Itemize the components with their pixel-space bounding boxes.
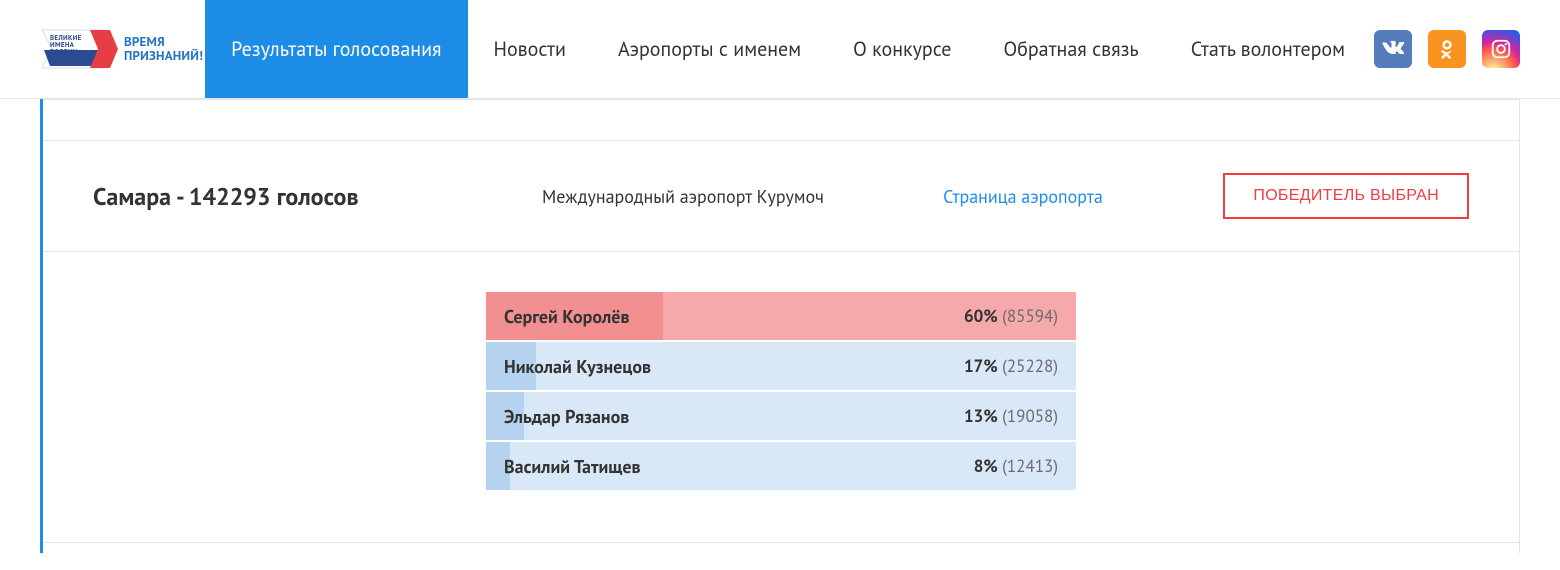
main-nav: Результаты голосования Новости Аэропорты… [205, 0, 1371, 98]
candidate-name: Василий Татищев [504, 455, 641, 478]
candidate-stat: 13% (19058) [964, 405, 1058, 427]
nav-airports-named[interactable]: Аэропорты с именем [592, 0, 827, 98]
result-row: Сергей Королёв 60% (85594) [486, 292, 1076, 342]
result-row: Николай Кузнецов 17% (25228) [486, 342, 1076, 392]
card-header: Самара - 142293 голосов Международный аэ… [43, 141, 1519, 252]
instagram-icon[interactable] [1482, 30, 1520, 68]
city-title: Самара - 142293 голосов [93, 181, 493, 212]
candidate-name: Сергей Королёв [504, 305, 630, 328]
candidate-name: Николай Кузнецов [504, 355, 651, 378]
results-chart: Сергей Королёв 60% (85594) Николай Кузнецо… [486, 292, 1076, 492]
candidate-name: Эльдар Рязанов [504, 405, 629, 428]
site-header: ВЕЛИКИЕ ИМЕНА РОССИИ ВРЕМЯ ПРИЗНАНИЙ! Ре… [0, 0, 1560, 99]
nav-volunteer[interactable]: Стать волонтером [1165, 0, 1371, 98]
winner-selected-button[interactable]: ПОБЕДИТЕЛЬ ВЫБРАН [1223, 173, 1469, 219]
vk-icon[interactable] [1374, 30, 1412, 68]
result-row: Эльдар Рязанов 13% (19058) [486, 392, 1076, 442]
ok-icon[interactable] [1428, 30, 1466, 68]
airport-page-link[interactable]: Страница аэропорта [873, 185, 1173, 208]
result-row: Василий Татищев 8% (12413) [486, 442, 1076, 492]
airport-name: Международный аэропорт Курумоч [493, 185, 873, 208]
logo[interactable]: ВЕЛИКИЕ ИМЕНА РОССИИ ВРЕМЯ ПРИЗНАНИЙ! [40, 24, 203, 74]
social-links [1374, 30, 1520, 68]
nav-about[interactable]: О конкурсе [827, 0, 977, 98]
logo-slogan: ВРЕМЯ ПРИЗНАНИЙ! [124, 35, 203, 62]
nav-results[interactable]: Результаты голосования [205, 0, 467, 98]
logo-text: ВЕЛИКИЕ ИМЕНА РОССИИ [50, 34, 82, 55]
candidate-stat: 8% (12413) [974, 455, 1058, 477]
candidate-stat: 17% (25228) [964, 355, 1058, 377]
candidate-stat: 60% (85594) [964, 305, 1058, 327]
result-card: Самара - 142293 голосов Международный аэ… [40, 99, 1520, 553]
nav-news[interactable]: Новости [468, 0, 592, 98]
logo-flag-icon: ВЕЛИКИЕ ИМЕНА РОССИИ [40, 24, 120, 74]
nav-feedback[interactable]: Обратная связь [977, 0, 1164, 98]
